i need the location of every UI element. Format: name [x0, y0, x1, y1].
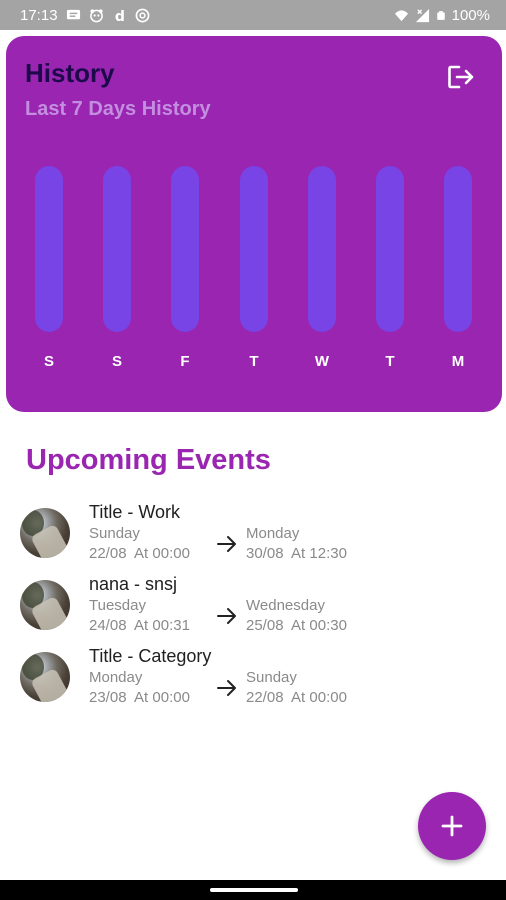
event-start-day: Tuesday [89, 597, 146, 614]
arrow-right-icon [217, 608, 236, 624]
day-label: W [314, 353, 330, 370]
at-icon [135, 8, 149, 22]
event-title: Title - Category [89, 646, 212, 666]
svg-text:d: d [114, 9, 124, 23]
event-start-day: Sunday [89, 525, 140, 542]
status-bar: 17:13 d 100% [0, 0, 506, 30]
event-end-time: 25/08 At 00:30 [246, 617, 347, 634]
history-bar [35, 166, 63, 332]
event-end-day: Wednesday [246, 597, 325, 614]
plus-icon [441, 815, 463, 837]
event-end-time: 30/08 At 12:30 [246, 545, 347, 562]
event-end-day: Monday [246, 525, 300, 542]
event-start-day: Monday [89, 669, 143, 686]
day-label: T [385, 353, 395, 370]
history-bar [444, 166, 472, 332]
signal-icon [415, 8, 429, 22]
day-label: T [249, 353, 259, 370]
history-card: History Last 7 Days History SSFTWTM [6, 36, 502, 412]
add-event-button[interactable] [418, 792, 486, 860]
event-avatar [20, 508, 70, 558]
event-title: Title - Work [89, 502, 181, 522]
event-end-time: 22/08 At 00:00 [246, 689, 347, 706]
upcoming-title: Upcoming Events [26, 444, 271, 476]
day-label: M [451, 353, 465, 370]
event-start-time: 22/08 At 00:00 [89, 545, 190, 562]
history-bar [171, 166, 199, 332]
panda-icon [89, 8, 103, 22]
event-item[interactable]: Title - Category Monday 23/08 At 00:00 Sund… [20, 646, 490, 712]
history-bar [240, 166, 268, 332]
arrow-right-icon [217, 536, 236, 552]
event-avatar [20, 652, 70, 702]
battery-icon [436, 10, 445, 20]
event-avatar [20, 580, 70, 630]
day-label: S [43, 353, 54, 370]
history-bar [103, 166, 131, 332]
event-item[interactable]: nana - snsj Tuesday 24/08 At 00:31 Wednesda… [20, 574, 490, 640]
battery-percent: 100% [451, 6, 490, 24]
day-label: S [111, 353, 122, 370]
status-time: 17:13 [20, 6, 58, 24]
event-start-time: 23/08 At 00:00 [89, 689, 190, 706]
history-bar [376, 166, 404, 332]
navigation-bar [0, 880, 506, 900]
d-icon: d [114, 9, 124, 23]
event-title: nana - snsj [89, 574, 178, 594]
event-end-day: Sunday [246, 669, 297, 686]
message-icon [66, 9, 80, 19]
history-bar [308, 166, 336, 332]
day-label: F [180, 353, 190, 370]
history-chart: SSFTWTM [6, 36, 502, 412]
event-item[interactable]: Title - Work Sunday 22/08 At 00:00 Monday 30… [20, 502, 490, 568]
event-start-time: 24/08 At 00:31 [89, 617, 190, 634]
arrow-right-icon [217, 680, 236, 696]
wifi-icon [394, 9, 408, 21]
home-gesture-handle[interactable] [210, 888, 298, 892]
